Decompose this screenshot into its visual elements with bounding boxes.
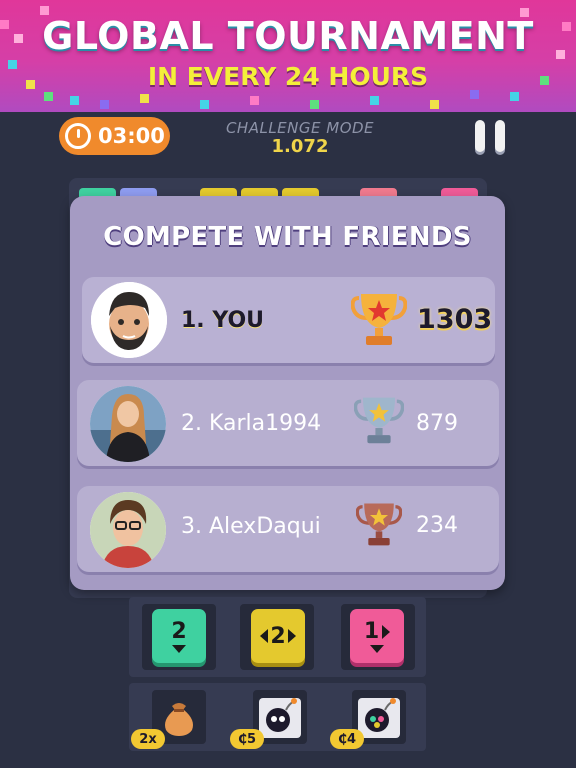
pixel-decoration: [470, 90, 479, 99]
banner-subtitle: IN EVERY 24 HOURS: [147, 62, 429, 91]
pixel-decoration: [44, 92, 53, 101]
arrow-left-icon: [260, 629, 269, 643]
mode-value: 1.072: [271, 136, 329, 157]
mode-label: CHALLENGE MODE: [225, 119, 375, 137]
queue-tile-right-down[interactable]: 1: [350, 609, 404, 663]
avatar: [91, 282, 167, 358]
arrow-right-icon: [287, 629, 296, 643]
pixel-decoration: [200, 100, 209, 109]
tile-value-row: 1: [363, 619, 391, 644]
arrow-down-icon: [370, 645, 384, 653]
tournament-banner: GLOBAL TOURNAMENT IN EVERY 24 HOURS: [0, 0, 576, 112]
tile-value: 2: [270, 623, 286, 649]
powerup-price-badge: ₵5: [230, 729, 264, 749]
queue-tile-left-right[interactable]: 2: [251, 609, 305, 663]
pixel-decoration: [510, 92, 519, 101]
silver-trophy-icon: [354, 397, 404, 444]
player-name: 1. YOU: [181, 308, 265, 333]
banner-title: GLOBAL TOURNAMENT: [42, 14, 534, 58]
player-score: 234: [416, 513, 458, 538]
leaderboard-title: COMPETE WITH FRIENDS: [103, 222, 472, 252]
pixel-decoration: [370, 96, 379, 105]
tile-value: 2: [171, 619, 187, 644]
arrow-down-icon: [172, 645, 186, 653]
player-name: 3. AlexDaqui: [181, 514, 321, 539]
arrow-right-icon: [382, 624, 391, 639]
powerup-price-badge: ₵4: [330, 729, 364, 749]
avatar: [90, 386, 166, 462]
timer-value: 03:00: [98, 124, 165, 148]
pause-button[interactable]: [475, 120, 505, 152]
pixel-decoration: [70, 96, 79, 105]
powerup-badge: 2x: [131, 729, 165, 749]
player-score: 879: [416, 411, 458, 436]
countdown-timer: 03:00: [59, 117, 170, 155]
player-score: 1303: [417, 304, 493, 335]
player-name: 2. Karla1994: [181, 411, 322, 436]
pixel-decoration: [430, 100, 439, 109]
pause-icon: [475, 120, 485, 152]
bronze-trophy-icon: [356, 503, 402, 546]
tile-value: 1: [363, 619, 380, 644]
pixel-decoration: [100, 100, 109, 109]
pixel-decoration: [140, 94, 149, 103]
pixel-decoration: [250, 96, 259, 105]
pixel-decoration: [310, 100, 319, 109]
gold-trophy-icon: [351, 294, 407, 345]
avatar: [90, 492, 166, 568]
queue-tile-down[interactable]: 2: [152, 609, 206, 663]
stopwatch-icon: [65, 123, 91, 149]
